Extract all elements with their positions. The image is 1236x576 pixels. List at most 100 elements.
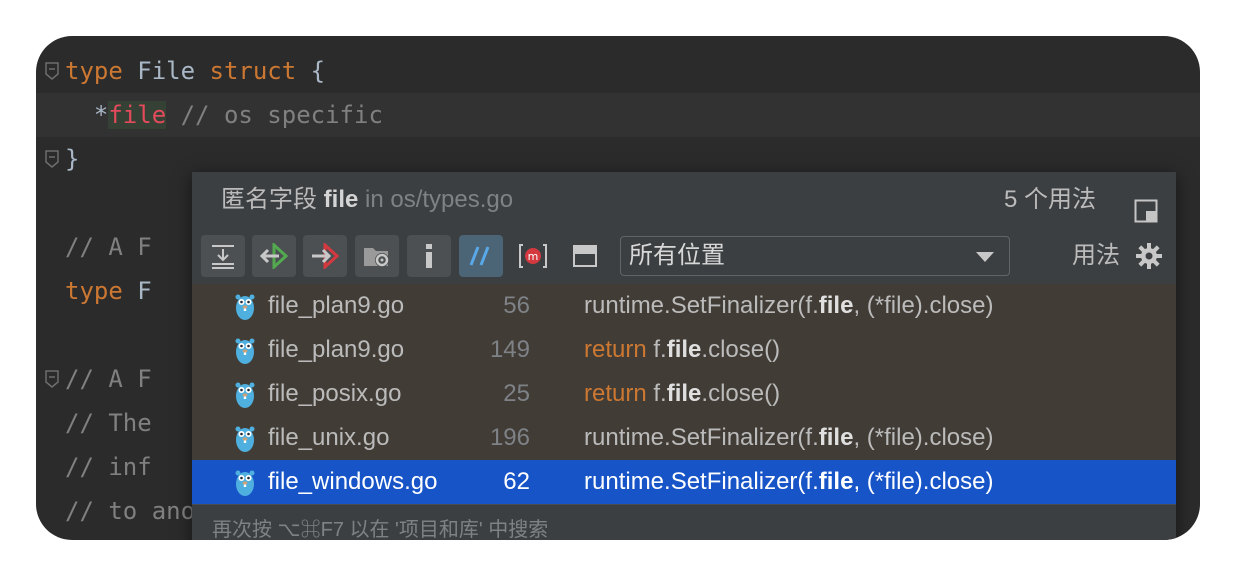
code-token: type — [65, 57, 138, 85]
code-token: { — [310, 57, 326, 85]
find-usages-popup: 匿名字段 file in os/types.go 5 个用法 m 所有位置 用法… — [192, 172, 1176, 540]
code-token: } — [65, 145, 80, 173]
code-line[interactable]: type File struct { — [36, 49, 1200, 93]
pin-window-button[interactable] — [1134, 188, 1158, 223]
code-token: // The — [65, 409, 152, 437]
code-text: // The — [65, 401, 152, 445]
snippet-token: .close() — [701, 336, 781, 363]
footer-hint: 再次按 ⌥⌘F7 以在 '项目和库' 中搜索 — [212, 519, 549, 540]
info-button[interactable] — [407, 235, 451, 277]
usage-row[interactable]: file_plan9.go 56 runtime.SetFinalizer(f.fi… — [192, 284, 1176, 328]
usage-file-name: file_plan9.go — [268, 292, 405, 319]
go-file-icon — [234, 468, 256, 496]
code-text: // A F — [65, 225, 152, 269]
usage-line-number: 56 — [503, 292, 530, 319]
svg-text:m: m — [528, 250, 539, 263]
snippet-token: file — [818, 424, 854, 451]
snippet-token: return — [584, 380, 654, 407]
code-token: type — [65, 277, 123, 305]
expand-all-icon — [212, 245, 234, 269]
snippet-token: runtime.SetFinalizer(f. — [584, 468, 819, 495]
snippet-token: runtime.SetFinalizer(f. — [584, 424, 819, 451]
snippet-token: file — [666, 380, 702, 407]
info-icon — [426, 244, 432, 268]
usage-code-snippet: runtime.SetFinalizer(f.file, (*file).clo… — [584, 416, 993, 460]
code-text: // inf — [65, 445, 152, 489]
popup-footer: 再次按 ⌥⌘F7 以在 '项目和库' 中搜索 — [192, 504, 1176, 540]
go-file-icon — [234, 424, 256, 452]
comment-slashes-icon — [469, 246, 490, 266]
usage-line-number: 149 — [489, 336, 530, 363]
open-in-find-window-button[interactable] — [355, 235, 399, 277]
code-text: *file // os specific — [65, 93, 383, 137]
arrow-right-icon — [312, 243, 340, 269]
usage-file-name: file_windows.go — [268, 468, 438, 495]
usage-line-number: 196 — [489, 424, 530, 451]
go-file-icon — [234, 292, 256, 320]
preview-icon — [573, 245, 597, 267]
usage-code-snippet: return f.file.close() — [584, 328, 780, 372]
snippet-token: .close() — [701, 380, 781, 407]
popup-title: 匿名字段 file in os/types.go — [221, 172, 513, 228]
snippet-token: return — [584, 336, 654, 363]
popup-title-name: file — [323, 186, 359, 213]
code-line[interactable]: *file // os specific — [36, 93, 1200, 137]
code-token: struct — [209, 57, 311, 85]
fold-marker-icon[interactable] — [44, 150, 60, 168]
code-text: } — [65, 137, 79, 181]
gear-icon — [1136, 243, 1162, 269]
usage-row[interactable]: file_posix.go 25 return f.file.close() — [192, 372, 1176, 416]
usage-line-number: 62 — [503, 468, 530, 495]
code-token: // A F — [65, 365, 152, 393]
arrow-left-icon — [259, 243, 289, 269]
usage-count: 5 个用法 — [1003, 186, 1096, 213]
code-token: // A F — [65, 233, 152, 261]
method-filter-button[interactable]: m — [511, 235, 555, 277]
usage-row[interactable]: file_unix.go 196 runtime.SetFinalizer(f.fi… — [192, 416, 1176, 460]
folder-gear-icon — [364, 248, 389, 267]
chevron-down-icon — [976, 252, 994, 262]
expand-all-button[interactable] — [201, 235, 245, 277]
code-editor[interactable]: type File struct { *file // os specific}… — [36, 36, 1200, 540]
usage-line-number: 25 — [503, 380, 530, 407]
usage-file-name: file_unix.go — [268, 424, 390, 451]
snippet-token: f. — [653, 336, 667, 363]
filter-comments-button[interactable] — [459, 235, 503, 277]
snippet-token: , (*file).close) — [853, 292, 994, 319]
snippet-token: f. — [653, 380, 667, 407]
next-occurrence-button[interactable] — [303, 235, 347, 277]
usage-file-name: file_posix.go — [268, 380, 402, 407]
code-token: // inf — [65, 453, 152, 481]
usages-settings-label: 用法 — [1072, 242, 1120, 269]
go-file-icon — [234, 380, 256, 408]
code-token: file — [108, 101, 167, 129]
code-token: File — [137, 57, 210, 85]
previous-occurrence-button[interactable] — [252, 235, 296, 277]
snippet-token: , (*file).close) — [853, 424, 994, 451]
usages-list: file_plan9.go 56 runtime.SetFinalizer(f.fi… — [192, 284, 1176, 504]
snippet-token: , (*file).close) — [853, 468, 994, 495]
fold-marker-icon[interactable] — [44, 62, 60, 80]
snippet-token: file — [666, 336, 702, 363]
code-text: // A F — [65, 357, 152, 401]
snippet-token: file — [818, 292, 854, 319]
usage-row[interactable]: file_windows.go 62 runtime.SetFinalizer(f.… — [192, 460, 1176, 504]
go-file-icon — [234, 336, 256, 364]
snippet-token: file — [818, 468, 854, 495]
code-token: * — [65, 101, 109, 129]
watermark: CSDN @又菜又爱玩呜呜呜~ — [978, 550, 1182, 567]
scope-dropdown[interactable]: 所有位置 — [620, 236, 1010, 276]
fold-marker-icon[interactable] — [44, 370, 60, 388]
preview-button[interactable] — [563, 235, 607, 277]
popup-title-location: in os/types.go — [358, 186, 514, 213]
settings-button[interactable] — [1136, 243, 1162, 269]
usage-row[interactable]: file_plan9.go 149 return f.file.close() — [192, 328, 1176, 372]
snippet-token: runtime.SetFinalizer(f. — [584, 292, 819, 319]
code-text: type F — [65, 269, 152, 313]
scope-value: 所有位置 — [629, 242, 725, 269]
method-icon: m — [519, 244, 547, 268]
popup-toolbar: m 所有位置 用法 — [192, 228, 1176, 284]
usage-file-name: file_plan9.go — [268, 336, 405, 363]
popup-title-prefix: 匿名字段 — [221, 186, 324, 213]
code-token: // os specific — [166, 101, 383, 129]
